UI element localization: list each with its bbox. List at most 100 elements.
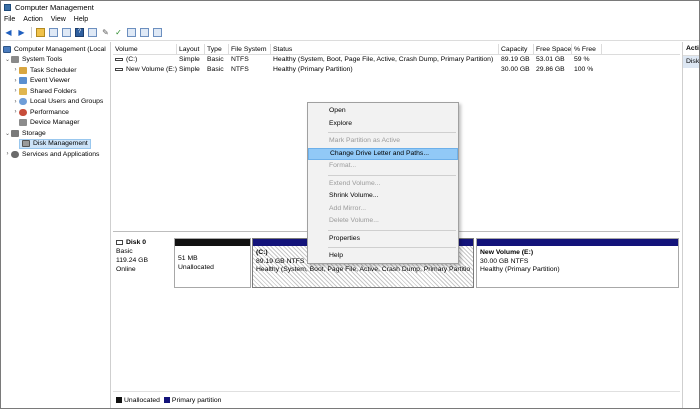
- tree-item-event-viewer[interactable]: › Event Viewer: [1, 76, 110, 87]
- column-header-layout[interactable]: Layout: [177, 44, 205, 54]
- layout-cell: Simple: [179, 56, 200, 63]
- menu-item-shrink-volume[interactable]: Shrink Volume...: [308, 190, 458, 203]
- menu-bar: File Action View Help: [1, 14, 699, 25]
- primary-partition-bar: [477, 239, 678, 246]
- context-menu: Open Explore Mark Partition as Active Ch…: [307, 102, 459, 264]
- tree-item-performance[interactable]: › Performance: [1, 107, 110, 118]
- tree-item-label: Device Manager: [30, 119, 80, 127]
- connect-icon[interactable]: ✎: [101, 28, 110, 37]
- window-title: Computer Management: [15, 3, 94, 12]
- free-space-cell: 29.86 GB: [536, 66, 565, 73]
- tree-item-system-tools[interactable]: ⌄ System Tools: [1, 55, 110, 66]
- table-row[interactable]: (C:) Simple Basic NTFS Healthy (System, …: [113, 55, 680, 65]
- tree-item-local-users[interactable]: › Local Users and Groups: [1, 97, 110, 108]
- column-header-type[interactable]: Type: [205, 44, 229, 54]
- menu-item-properties[interactable]: Properties: [308, 233, 458, 246]
- table-row[interactable]: New Volume (E:) Simple Basic NTFS Health…: [113, 65, 680, 75]
- partition-unallocated[interactable]: 51 MB Unallocated: [174, 238, 251, 288]
- show-hide-tree-icon[interactable]: [49, 28, 58, 37]
- partition-text: New Volume (E:) 30.00 GB NTFS Healthy (P…: [477, 246, 678, 275]
- tree-selection: Disk Management: [19, 138, 91, 149]
- unallocated-label: Unallocated: [178, 263, 214, 271]
- partition-c-status: Healthy (System, Boot, Page File, Active…: [256, 266, 471, 273]
- legend-unallocated-label: Unallocated: [124, 396, 160, 404]
- partition-e[interactable]: New Volume (E:) 30.00 GB NTFS Healthy (P…: [476, 238, 679, 288]
- toolbar: ◀ ▶ ? ✎ ✓: [1, 25, 699, 41]
- column-header-free-space[interactable]: Free Space: [534, 44, 572, 54]
- column-header-percent-free[interactable]: % Free: [572, 44, 602, 54]
- up-folder-icon[interactable]: [36, 28, 45, 37]
- view-icon[interactable]: [88, 28, 97, 37]
- chevron-down-icon[interactable]: ⌄: [4, 56, 11, 63]
- column-header-file-system[interactable]: File System: [229, 44, 271, 54]
- chevron-right-icon[interactable]: ›: [12, 78, 19, 84]
- help-icon[interactable]: ?: [75, 28, 84, 37]
- tree-item-label: Performance: [30, 108, 69, 116]
- chevron-down-icon[interactable]: ⌄: [4, 130, 11, 137]
- tree-item-task-scheduler[interactable]: › Task Scheduler: [1, 65, 110, 76]
- back-arrow-icon[interactable]: ◀: [4, 28, 13, 37]
- column-header-volume[interactable]: Volume: [113, 44, 177, 54]
- tree-item-label: Computer Management (Local: [14, 45, 106, 53]
- status-cell: Healthy (Primary Partition): [273, 66, 353, 73]
- disk-size: 119.24 GB: [116, 257, 148, 264]
- legend-unallocated-swatch: [116, 397, 122, 403]
- menu-item-extend-volume: Extend Volume...: [329, 179, 381, 187]
- volume-name: (C:): [126, 56, 138, 63]
- refresh-icon[interactable]: [153, 28, 162, 37]
- actions-disk-management[interactable]: Disk: [683, 56, 699, 68]
- type-cell: Basic: [207, 66, 224, 73]
- menu-item-mark-active: Mark Partition as Active: [329, 137, 401, 144]
- menu-help[interactable]: Help: [74, 16, 88, 23]
- menu-file[interactable]: File: [4, 16, 15, 23]
- menu-item-change-drive-letter[interactable]: Change Drive Letter and Paths...: [308, 147, 458, 160]
- title-bar: Computer Management: [1, 1, 699, 14]
- file-system-cell: NTFS: [231, 66, 249, 73]
- tree-item-label: Local Users and Groups: [30, 98, 104, 106]
- tree-item-shared-folders[interactable]: › Shared Folders: [1, 86, 110, 97]
- actions-header: Acti: [683, 42, 699, 56]
- tree-item-device-manager[interactable]: Device Manager: [1, 118, 110, 129]
- window: Computer Management File Action View Hel…: [0, 0, 700, 409]
- status-cell: Healthy (System, Boot, Page File, Active…: [273, 56, 494, 63]
- tree-item-disk-management[interactable]: Disk Management: [1, 138, 110, 150]
- menu-item-explore[interactable]: Explore: [308, 118, 458, 131]
- tree-item-storage[interactable]: ⌄ Storage: [1, 128, 110, 139]
- disk-name-label: Disk 0: [126, 239, 147, 246]
- percent-free-cell: 100 %: [574, 66, 594, 73]
- export-list-icon[interactable]: [127, 28, 136, 37]
- free-space-cell: 53.01 GB: [536, 56, 565, 63]
- menu-action[interactable]: Action: [23, 16, 42, 23]
- forward-arrow-icon[interactable]: ▶: [17, 28, 26, 37]
- disk-info[interactable]: Disk 0 Basic 119.24 GB Online: [116, 238, 172, 290]
- task-scheduler-icon: [19, 66, 27, 74]
- event-viewer-icon: [19, 77, 27, 85]
- type-cell: Basic: [207, 56, 224, 63]
- chevron-right-icon[interactable]: ›: [4, 151, 11, 157]
- chevron-right-icon[interactable]: ›: [12, 88, 19, 94]
- new-window-icon[interactable]: [140, 28, 149, 37]
- partition-e-status: Healthy (Primary Partition): [480, 266, 560, 273]
- check-icon[interactable]: ✓: [114, 28, 123, 37]
- tree-item-label: Event Viewer: [30, 77, 70, 85]
- users-icon: [19, 98, 27, 106]
- column-header-status[interactable]: Status: [271, 44, 499, 54]
- menu-item-open[interactable]: Open: [308, 105, 458, 118]
- volume-cell: (C:): [113, 55, 177, 65]
- chevron-right-icon[interactable]: ›: [12, 99, 19, 105]
- menu-item-help[interactable]: Help: [308, 250, 458, 263]
- tree-item-services[interactable]: › Services and Applications: [1, 149, 110, 160]
- chevron-right-icon[interactable]: ›: [12, 67, 19, 73]
- chevron-right-icon[interactable]: ›: [12, 109, 19, 115]
- volume-cell: New Volume (E:): [113, 65, 177, 75]
- tree-item-label: Shared Folders: [30, 87, 77, 95]
- properties-icon[interactable]: [62, 28, 71, 37]
- capacity-cell: 30.00 GB: [501, 66, 530, 73]
- menu-view[interactable]: View: [51, 16, 66, 23]
- column-header-capacity[interactable]: Capacity: [499, 44, 534, 54]
- disk-management-icon: [22, 140, 30, 148]
- tree-item-computer-management[interactable]: Computer Management (Local: [1, 44, 110, 55]
- legend-primary-label: Primary partition: [171, 396, 222, 404]
- computer-icon: [3, 45, 11, 53]
- device-manager-icon: [19, 119, 27, 127]
